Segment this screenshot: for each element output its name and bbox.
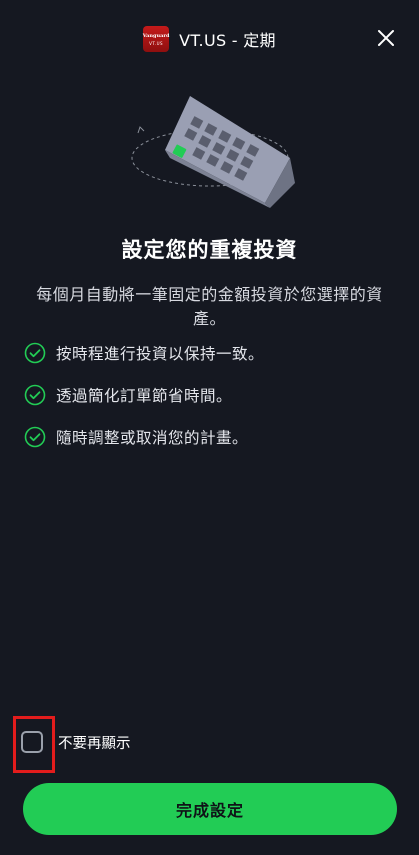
header-title-group: Vanguard VT.US VT.US - 定期 [0,26,419,52]
header: Vanguard VT.US VT.US - 定期 [0,0,419,78]
benefit-item: 按時程進行投資以保持一致。 [24,341,394,365]
benefit-text: 隨時調整或取消您的計畫。 [56,429,249,447]
benefit-text: 透過簡化訂單節省時間。 [56,387,233,405]
setup-description: 每個月自動將一筆固定的金額投資於您選擇的資產。 [36,285,383,328]
setup-heading: 設定您的重複投資 [121,238,298,262]
close-icon [378,30,394,46]
benefit-item: 隨時調整或取消您的計畫。 [24,425,394,449]
logo-brand-text: Vanguard [142,32,170,39]
check-circle-icon [24,384,46,406]
benefit-item: 透過簡化訂單節省時間。 [24,383,394,407]
dont-show-again-label[interactable]: 不要再顯示 [58,732,131,753]
check-circle-icon [24,426,46,448]
vanguard-logo: Vanguard VT.US [142,26,170,52]
check-circle-icon [24,342,46,364]
dont-show-again-checkbox[interactable] [21,731,43,753]
calendar-illustration [131,96,295,208]
dont-show-again-row[interactable]: 不要再顯示 [21,731,131,753]
complete-setup-button[interactable]: 完成設定 [23,783,397,835]
logo-ticker-text: VT.US [149,40,164,46]
benefit-list: 按時程進行投資以保持一致。 透過簡化訂單節省時間。 隨時調整或取消您的計畫。 [24,341,394,467]
page-title: VT.US - 定期 [179,31,276,50]
benefit-text: 按時程進行投資以保持一致。 [56,345,265,363]
close-button[interactable] [374,26,398,50]
